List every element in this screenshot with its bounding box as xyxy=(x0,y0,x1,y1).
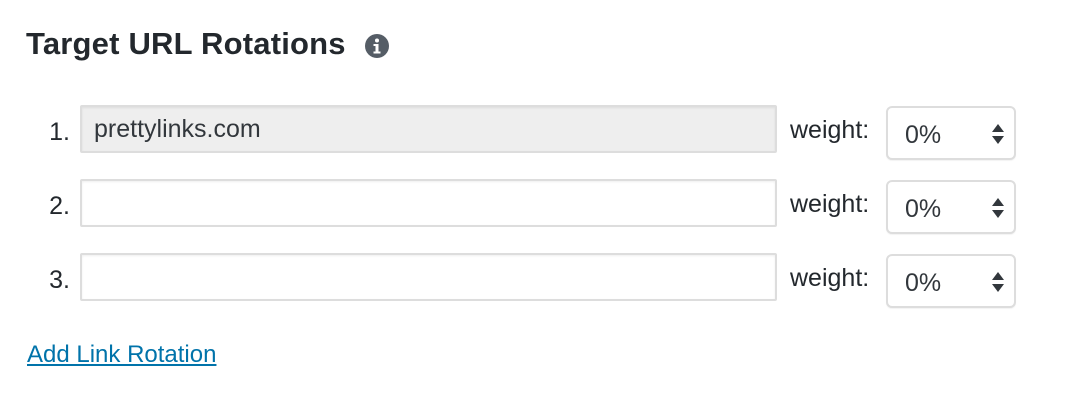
weight-select[interactable]: 0% xyxy=(886,180,1016,234)
info-icon[interactable] xyxy=(364,33,390,59)
target-url-input[interactable] xyxy=(80,179,777,227)
up-down-arrows-icon xyxy=(992,124,1004,144)
target-url-input[interactable] xyxy=(80,105,777,153)
section-header: Target URL Rotations xyxy=(26,26,390,62)
weight-label: weight: xyxy=(790,264,870,292)
up-down-arrows-icon xyxy=(992,272,1004,292)
row-number: 2. xyxy=(49,192,70,220)
up-down-arrows-icon xyxy=(992,198,1004,218)
weight-value: 0% xyxy=(905,195,942,223)
weight-value: 0% xyxy=(905,269,942,297)
add-link-rotation-link[interactable]: Add Link Rotation xyxy=(27,341,216,369)
weight-label: weight: xyxy=(790,116,870,144)
weight-label: weight: xyxy=(790,190,870,218)
weight-select[interactable]: 0% xyxy=(886,254,1016,308)
target-url-input[interactable] xyxy=(80,253,777,301)
row-number: 1. xyxy=(49,118,70,146)
section-title: Target URL Rotations xyxy=(26,26,346,61)
target-url-rotations-panel: Target URL Rotations 1. weight: 0% 2. xyxy=(0,0,1084,408)
row-number: 3. xyxy=(49,266,70,294)
weight-value: 0% xyxy=(905,121,942,149)
weight-select[interactable]: 0% xyxy=(886,106,1016,160)
rotation-row: 2. weight: 0% xyxy=(0,179,1084,235)
rotation-row: 3. weight: 0% xyxy=(0,253,1084,309)
rotation-row: 1. weight: 0% xyxy=(0,105,1084,161)
